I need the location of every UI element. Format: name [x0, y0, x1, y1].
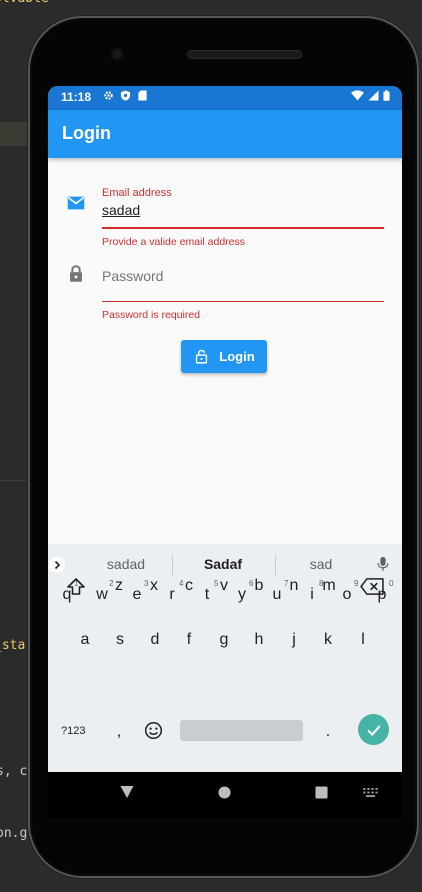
home-icon[interactable] [218, 786, 231, 799]
suggestion-divider [172, 555, 173, 575]
backspace-icon[interactable] [360, 577, 385, 596]
front-camera [111, 48, 123, 60]
password-error-text: Password is required [102, 309, 201, 321]
key-hint: 0 [389, 579, 394, 588]
key[interactable]: x [139, 571, 169, 601]
suggestion-1[interactable]: sadad [81, 556, 171, 572]
email-error-text: Provide a valide email address [102, 236, 245, 248]
login-button[interactable]: Login [181, 340, 267, 373]
navigation-bar [48, 772, 402, 818]
key[interactable]: k [313, 625, 343, 655]
enter-key[interactable] [358, 714, 389, 745]
signal-icon [368, 90, 379, 101]
lock-open-icon [196, 349, 208, 364]
lock-icon [70, 265, 82, 282]
suggestion-3[interactable]: sad [276, 556, 366, 572]
key[interactable]: b [244, 571, 274, 601]
status-time: 11:18 [61, 90, 92, 104]
key[interactable]: g [209, 625, 239, 655]
soft-keyboard: sadad Sadaf sad q 1 w 2 e 3 r 4 t 5 y 6 [48, 544, 402, 772]
key[interactable]: m [314, 571, 344, 601]
comma-key[interactable]: , [104, 717, 134, 747]
key[interactable]: j [279, 625, 309, 655]
period-key[interactable]: . [313, 717, 343, 747]
key[interactable]: d [140, 625, 170, 655]
key[interactable]: l [348, 625, 378, 655]
checkmark-icon [366, 724, 381, 736]
battery-icon [383, 90, 390, 101]
key-hint: 9 [354, 579, 359, 588]
key[interactable]: h [244, 625, 274, 655]
ide-code-line: s, c [0, 764, 28, 779]
back-icon[interactable] [120, 785, 134, 799]
shift-icon[interactable] [66, 577, 86, 597]
key[interactable]: n [279, 571, 309, 601]
key[interactable]: s [105, 625, 135, 655]
app-bar: Login [48, 110, 402, 158]
emoji-icon[interactable] [144, 721, 163, 740]
page-title: Login [62, 123, 111, 143]
key[interactable]: a [70, 625, 100, 655]
login-button-label: Login [219, 349, 255, 364]
ide-code-line: olvable [0, 0, 49, 6]
key[interactable]: f [174, 625, 204, 655]
sd-card-icon [138, 90, 147, 101]
email-field-label: Email address [102, 187, 172, 199]
password-field-underline [102, 301, 384, 302]
key[interactable]: v [209, 571, 239, 601]
password-field[interactable] [102, 266, 382, 286]
recents-icon[interactable] [315, 786, 328, 799]
symbols-key[interactable]: ?123 [61, 725, 85, 737]
email-field-underline [102, 227, 384, 229]
key[interactable]: z [104, 571, 134, 601]
keyboard-switcher-icon[interactable] [363, 788, 378, 797]
earpiece-speaker [187, 50, 302, 59]
email-field[interactable]: sadad [102, 202, 140, 218]
gear-icon [104, 91, 113, 100]
space-key[interactable] [180, 720, 303, 741]
ide-code-line: on.g [0, 826, 28, 841]
suggestion-2[interactable]: Sadaf [178, 556, 268, 572]
ide-code-line: _sta [0, 638, 26, 653]
shield-icon [120, 90, 131, 101]
key[interactable]: c [174, 571, 204, 601]
chevron-right-icon[interactable] [49, 557, 65, 573]
wifi-icon [351, 90, 364, 101]
microphone-icon[interactable] [377, 556, 389, 572]
email-icon [67, 196, 85, 210]
status-bar: 11:18 [48, 86, 402, 110]
app-screen: 11:18 Login Email address sadad Provide … [48, 86, 402, 818]
